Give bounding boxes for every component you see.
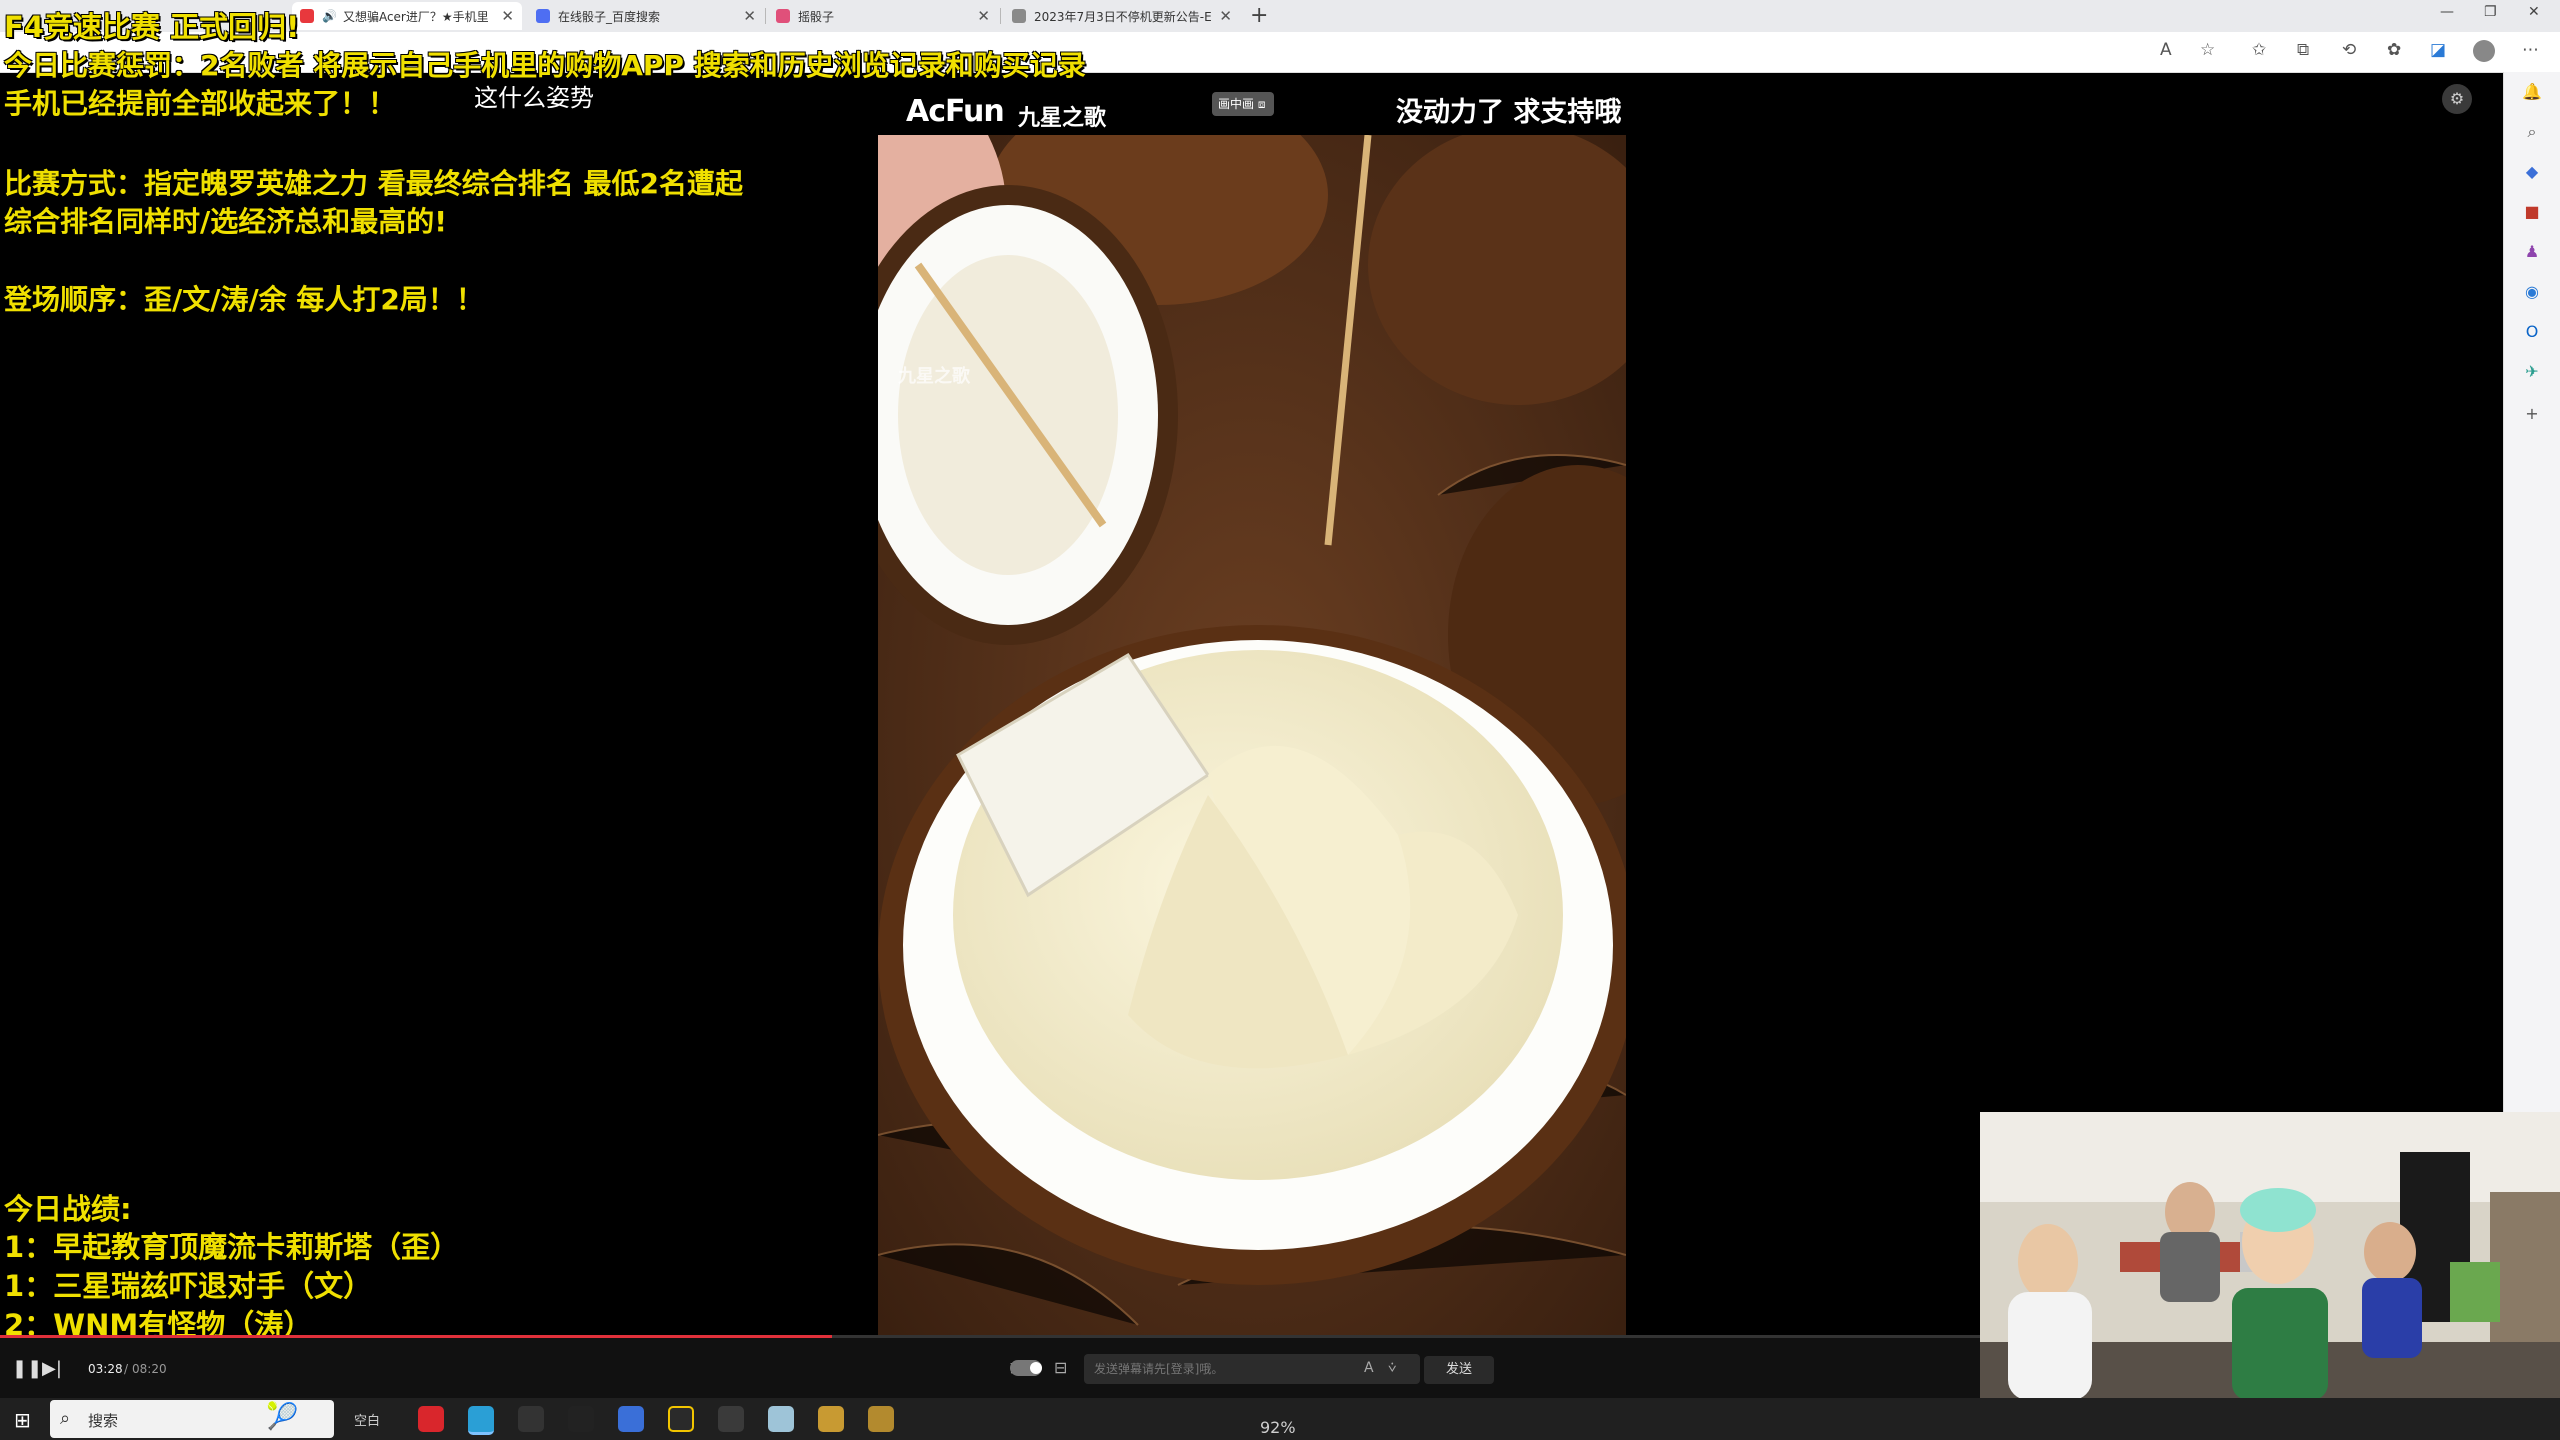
league-client-icon[interactable] [818,1406,844,1432]
toolbox-icon[interactable]: ■ [2520,200,2544,224]
app-icon[interactable] [668,1406,694,1432]
tab-announcement[interactable]: 2023年7月3日不停机更新公告-E ✕ [1004,2,1240,30]
page-favicon-icon [1012,9,1026,23]
danmu-caption: 这什么姿势 [474,84,594,112]
tag-icon[interactable]: ◆ [2520,160,2544,184]
outlook-icon[interactable]: O [2520,320,2544,344]
coconut-video-still [878,135,1626,1335]
close-tab-icon[interactable]: ✕ [501,7,514,25]
input-mode-indicator[interactable]: 空白 [354,1410,380,1429]
read-aloud-icon[interactable]: A [2160,40,2172,60]
tab-title: 2023年7月3日不停机更新公告-E [1034,9,1212,24]
overlay-tiebreak: 综合排名同样时/选经济总和最高的! [4,205,447,238]
picture-in-picture-button[interactable]: 画中画 ⧈ [1212,92,1274,116]
windows-start-icon[interactable]: ⊞ [14,1408,31,1432]
danmu-toggle-knob [1030,1362,1042,1374]
league-game-icon[interactable] [868,1406,894,1432]
result-line: 1：早起教育顶魔流卡莉斯塔（歪） [4,1230,460,1264]
pip-label: 画中画 [1218,97,1255,111]
acfun-logo: AcFun [906,94,1005,129]
tab-title: 在线骰子_百度搜索 [558,9,661,24]
overlay-headline: F4竞速比赛 正式回归! [4,10,300,44]
current-time: 03:28 [88,1362,123,1376]
video-frame[interactable] [878,135,1626,1335]
send-button[interactable]: 发送 [1424,1356,1494,1384]
webcam-feed [1980,1112,2560,1400]
text-style-icon[interactable]: A [1364,1360,1374,1376]
overlay-phone-note: 手机已经提前全部收起来了！！ [4,87,397,120]
profile-avatar-icon[interactable] [2473,40,2495,62]
microsoft-365-icon[interactable]: ◉ [2520,280,2544,304]
tab-title: 又想骗Acer进厂？★手机里 [342,9,489,24]
tab-search[interactable]: 在线骰子_百度搜索 ✕ [528,2,764,30]
battery-percentage: 92% [1260,1418,1296,1437]
photos-icon[interactable] [618,1406,644,1432]
tab-dice[interactable]: 摇骰子 ✕ [768,2,998,30]
tab-divider [1000,8,1001,24]
close-window-button[interactable]: ✕ [2528,4,2540,20]
extensions-icon[interactable]: ✿ [2387,40,2401,60]
close-tab-icon[interactable]: ✕ [1219,7,1232,25]
danmu-style-icon[interactable]: ⩒ [1388,1360,1397,1376]
minimize-button[interactable]: — [2440,4,2454,20]
results-title: 今日战绩: [4,1192,132,1226]
streamer-webcam [1980,1112,2560,1400]
danmu-settings-icon[interactable]: ⊟ [1054,1358,1067,1377]
taskbar-search-label: 搜索 [88,1412,119,1430]
overlay-order: 登场顺序：歪/文/涛/余 每人打2局！！ [4,283,484,316]
bilibili-favicon-icon [300,9,314,23]
steam-icon[interactable] [518,1406,544,1432]
pause-icon[interactable]: ❚❚ [12,1358,42,1379]
more-menu-icon[interactable]: ⋯ [2522,40,2539,60]
time-separator: / [124,1362,129,1376]
next-icon[interactable]: ▶| [42,1358,62,1379]
favorite-star-icon[interactable]: ☆ [2200,40,2215,60]
qq-icon[interactable] [568,1406,594,1432]
tab-title: 摇骰子 [798,9,835,24]
tab-video[interactable]: 🔊 又想骗Acer进厂？★手机里 ✕ [292,2,522,30]
baidu-favicon-icon [536,9,550,23]
favorites-list-icon[interactable]: ✩ [2252,40,2266,60]
history-icon[interactable]: ⟲ [2342,40,2356,60]
video-title: 没动力了 求支持哦 [1396,97,1622,128]
player-control-bar [0,1338,1980,1398]
settings-app-icon[interactable] [718,1406,744,1432]
search-icon[interactable]: ⌕ [2520,120,2544,144]
drop-icon[interactable]: ✈ [2520,360,2544,384]
copilot-icon[interactable]: ◪ [2430,40,2446,60]
speaker-icon[interactable]: 🔊 [322,9,337,23]
channel-name: 九星之歌 [1018,106,1107,131]
search-icon: ⌕ [60,1408,71,1429]
close-tab-icon[interactable]: ✕ [977,7,990,25]
tab-divider [765,8,766,24]
edge-browser-icon[interactable] [468,1406,494,1435]
settings-icon[interactable]: ⚙ [2442,84,2472,114]
collections-icon[interactable]: ⧉ [2297,40,2309,60]
games-icon[interactable]: ♟ [2520,240,2544,264]
restore-button[interactable]: ❐ [2484,4,2497,20]
close-tab-icon[interactable]: ✕ [743,7,756,25]
netease-music-icon[interactable] [418,1406,444,1432]
notification-bell-icon[interactable]: 🔔 [2520,80,2544,104]
total-time: 08:20 [132,1362,167,1376]
overlay-rules: 比赛方式：指定魄罗英雄之力 看最终综合排名 最低2名遭起 [4,167,743,200]
search-highlight-icon: 🎾 [266,1402,299,1432]
dice-favicon-icon [776,9,790,23]
result-line: 1：三星瑞兹吓退对手（文） [4,1269,373,1303]
new-tab-button[interactable]: + [1250,3,1268,28]
video-watermark: 九星之歌 [898,366,970,387]
notes-app-icon[interactable] [768,1406,794,1432]
add-sidebar-app-icon[interactable]: + [2520,402,2544,426]
